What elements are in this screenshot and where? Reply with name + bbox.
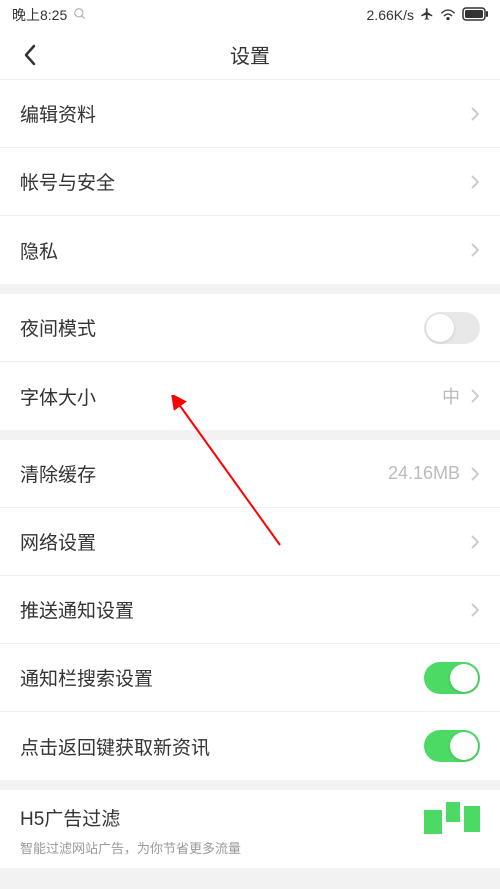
status-speed: 2.66K/s <box>367 7 414 23</box>
wifi-icon <box>440 7 456 23</box>
row-clear-cache[interactable]: 清除缓存 24.16MB <box>0 440 500 508</box>
chevron-left-icon <box>22 43 38 67</box>
battery-icon <box>462 7 488 24</box>
row-label: 点击返回键获取新资讯 <box>20 733 210 760</box>
chevron-right-icon <box>470 174 480 190</box>
row-label: 清除缓存 <box>20 460 96 487</box>
row-privacy[interactable]: 隐私 <box>0 216 500 284</box>
section-profile: 编辑资料 帐号与安全 隐私 <box>0 80 500 284</box>
row-notification-search[interactable]: 通知栏搜索设置 <box>0 644 500 712</box>
row-font-size[interactable]: 字体大小 中 <box>0 362 500 430</box>
status-left: 晚上8:25 <box>12 5 87 25</box>
section-ads: H5广告过滤 智能过滤网站广告，为你节省更多流量 <box>0 790 500 868</box>
row-label: 帐号与安全 <box>20 168 115 195</box>
row-value: 24.16MB <box>388 463 460 484</box>
section-system: 清除缓存 24.16MB 网络设置 推送通知设置 通知栏搜索设置 点击返回键获取… <box>0 440 500 780</box>
row-ad-filter[interactable]: H5广告过滤 智能过滤网站广告，为你节省更多流量 <box>0 790 500 868</box>
toggle-notification-search[interactable] <box>424 662 480 694</box>
row-network-settings[interactable]: 网络设置 <box>0 508 500 576</box>
row-push-notifications[interactable]: 推送通知设置 <box>0 576 500 644</box>
row-label: 推送通知设置 <box>20 596 134 623</box>
row-label: 字体大小 <box>20 383 96 410</box>
row-value: 中 <box>442 383 460 409</box>
row-label: 隐私 <box>20 237 58 264</box>
row-night-mode[interactable]: 夜间模式 <box>0 294 500 362</box>
airplane-icon <box>420 7 434 24</box>
toggle-back-key-news[interactable] <box>424 730 480 762</box>
row-label: H5广告过滤 <box>20 804 120 831</box>
row-account-security[interactable]: 帐号与安全 <box>0 148 500 216</box>
search-icon <box>73 7 87 24</box>
chevron-right-icon <box>470 466 480 482</box>
row-label: 编辑资料 <box>20 100 96 127</box>
chevron-right-icon <box>470 242 480 258</box>
status-bar: 晚上8:25 2.66K/s <box>0 0 500 30</box>
row-edit-profile[interactable]: 编辑资料 <box>0 80 500 148</box>
chevron-right-icon <box>470 388 480 404</box>
page-title: 设置 <box>0 40 500 69</box>
toggle-night-mode[interactable] <box>424 312 480 344</box>
status-right: 2.66K/s <box>367 7 488 24</box>
row-back-key-news[interactable]: 点击返回键获取新资讯 <box>0 712 500 780</box>
header: 设置 <box>0 30 500 80</box>
chevron-right-icon <box>470 534 480 550</box>
status-time: 晚上8:25 <box>12 5 67 25</box>
row-label: 夜间模式 <box>20 314 96 341</box>
toggle-ad-filter-censored[interactable] <box>424 802 480 834</box>
chevron-right-icon <box>470 106 480 122</box>
row-label: 网络设置 <box>20 528 96 555</box>
chevron-right-icon <box>470 602 480 618</box>
back-button[interactable] <box>10 30 50 80</box>
row-sublabel: 智能过滤网站广告，为你节省更多流量 <box>20 838 241 857</box>
row-label: 通知栏搜索设置 <box>20 664 153 691</box>
section-display: 夜间模式 字体大小 中 <box>0 294 500 430</box>
